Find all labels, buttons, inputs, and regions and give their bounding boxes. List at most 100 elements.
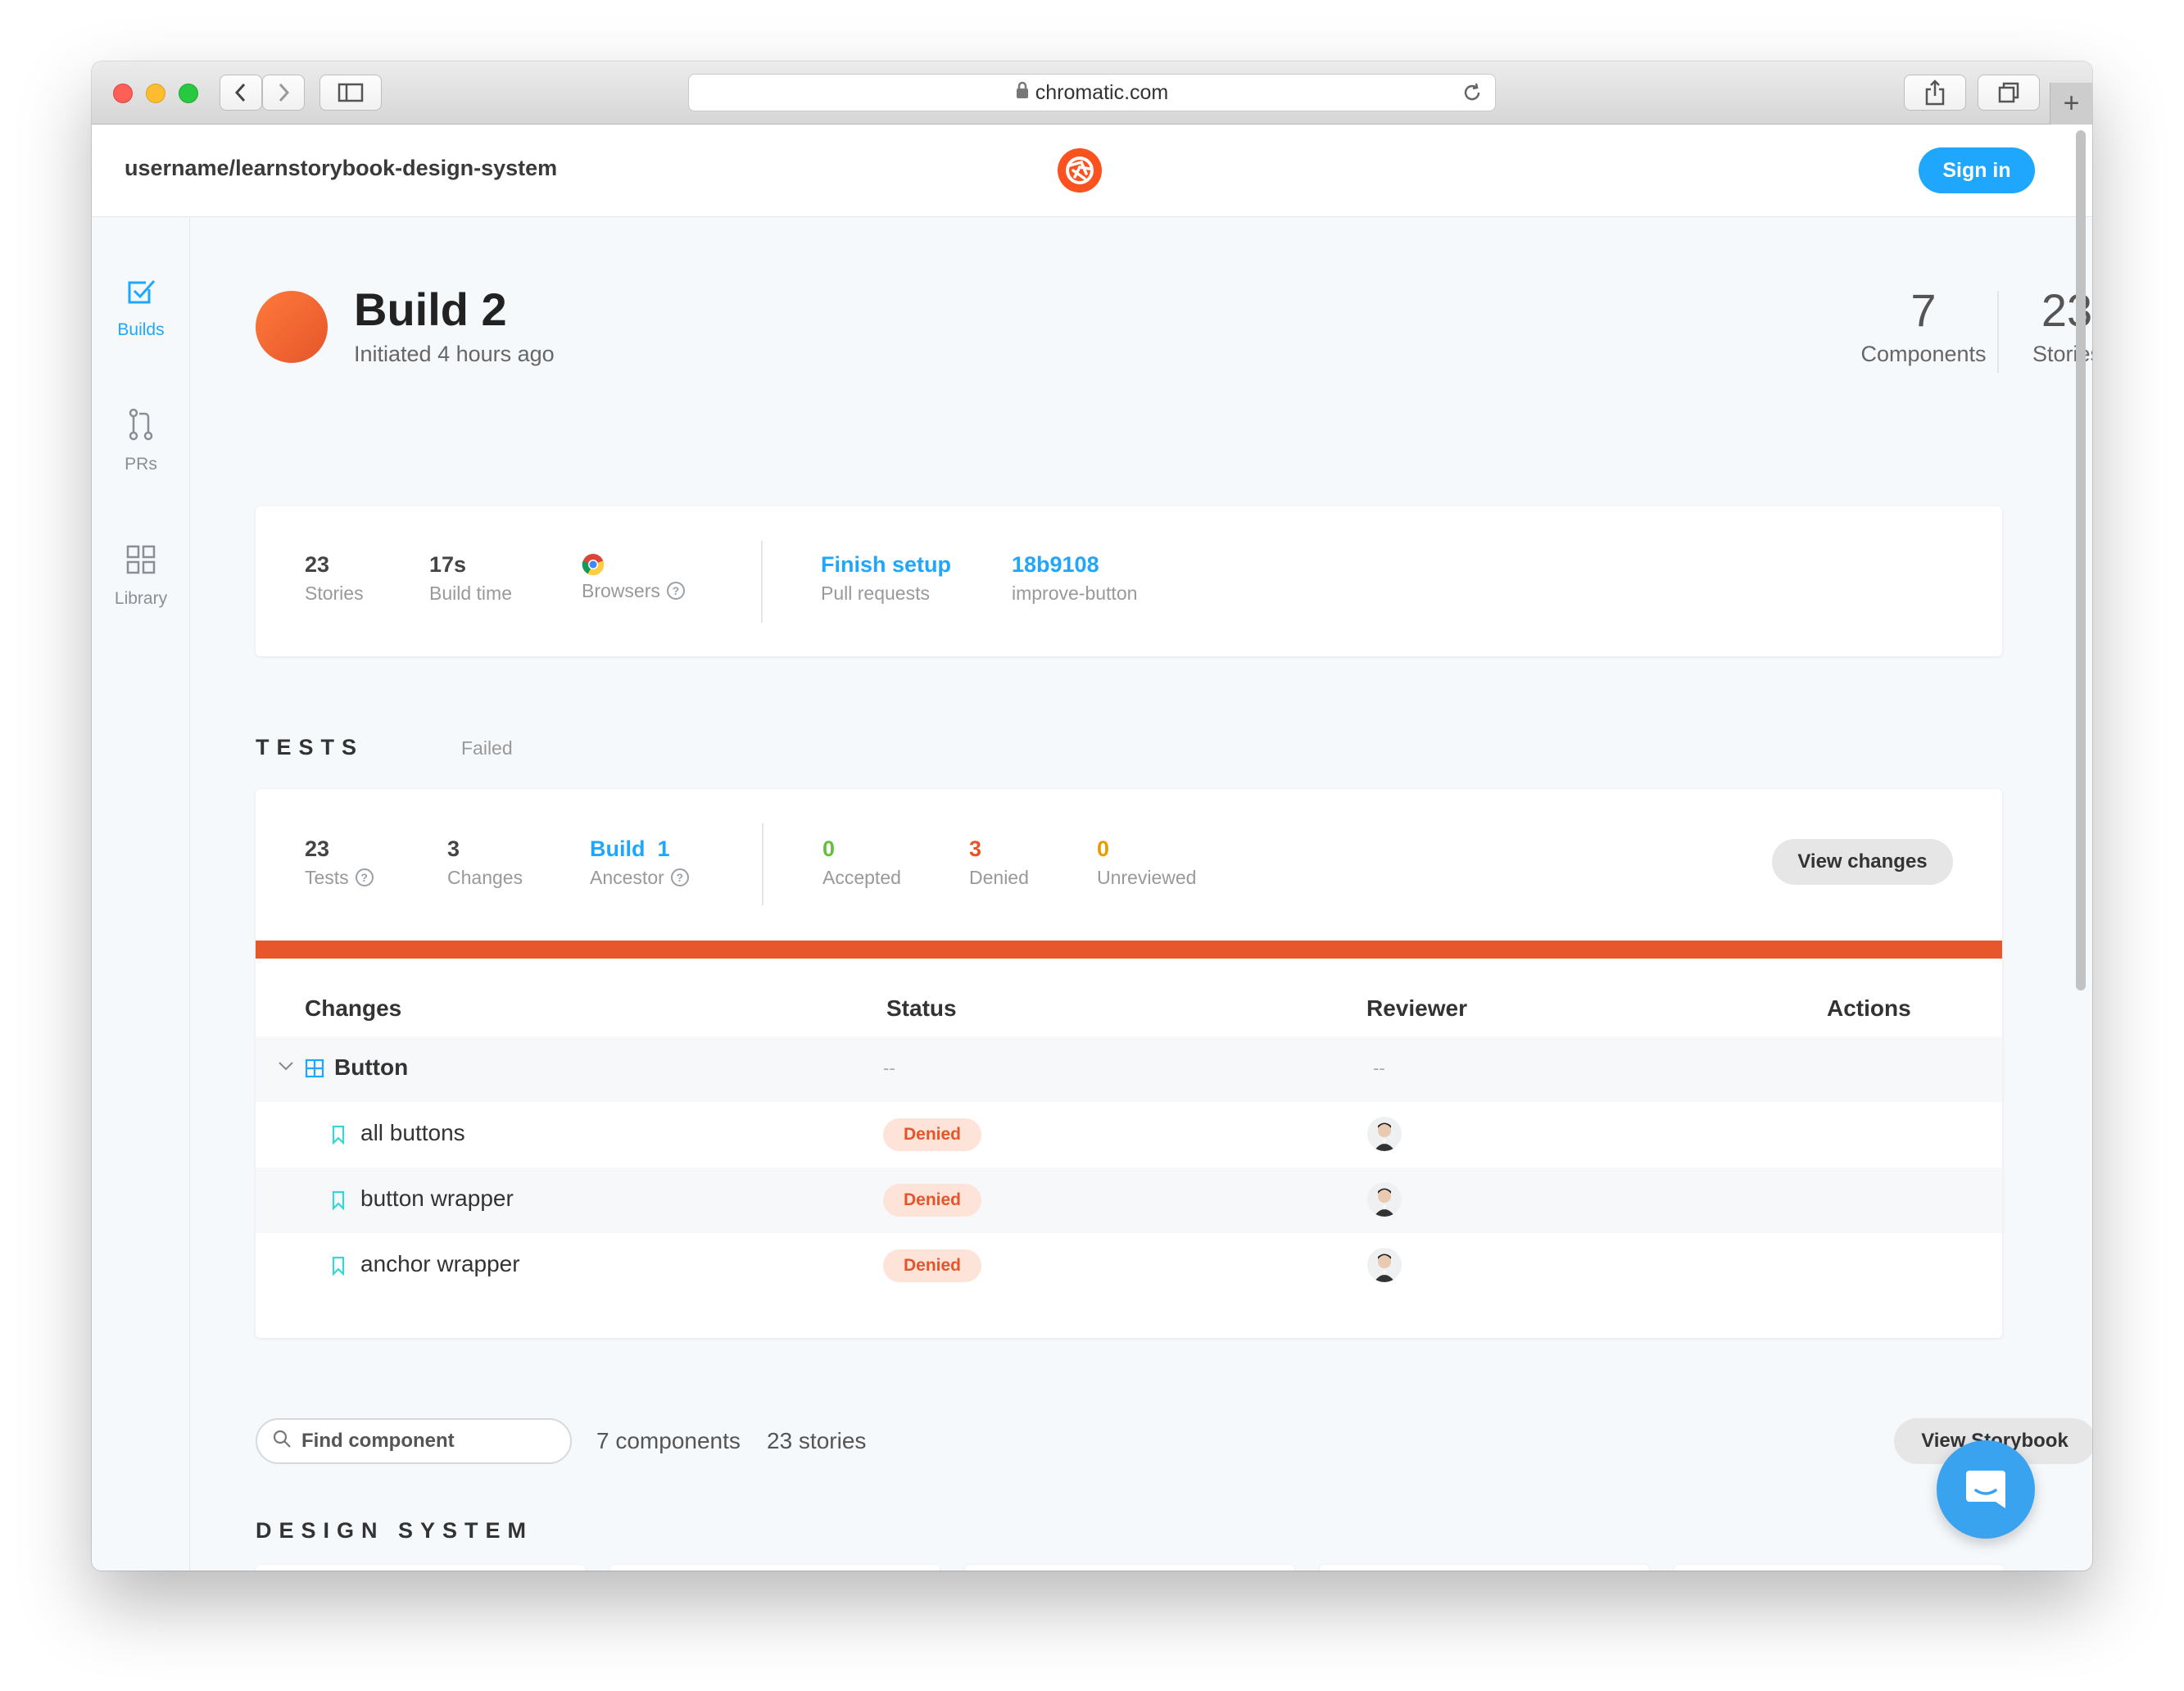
address-bar[interactable]: chromatic.com: [688, 74, 1496, 111]
accepted-count: 0 Accepted: [822, 835, 901, 889]
summary-commit[interactable]: 18b9108 improve-button: [1012, 551, 1137, 605]
commit-hash-link[interactable]: 18b9108: [1012, 551, 1137, 578]
table-row[interactable]: all buttons Denied: [256, 1102, 2002, 1167]
help-icon[interactable]: ?: [670, 868, 689, 886]
browser-toolbar: chromatic.com +: [92, 61, 2092, 125]
column-header-actions: Actions: [1827, 995, 1911, 1021]
sidebar-toggle-button[interactable]: [319, 75, 382, 111]
column-header-reviewer: Reviewer: [1366, 995, 1467, 1021]
component-search-input[interactable]: Find component: [256, 1418, 572, 1464]
zoom-window-button[interactable]: [179, 84, 198, 103]
unreviewed-value: 0: [1097, 836, 1110, 861]
branch-label: improve-button: [1012, 583, 1138, 604]
column-header-changes: Changes: [305, 995, 402, 1021]
group-status: --: [883, 1058, 895, 1078]
finish-setup-link[interactable]: Finish setup: [821, 551, 951, 578]
summary-setup[interactable]: Finish setup Pull requests: [821, 551, 951, 605]
sign-in-button[interactable]: Sign in: [1919, 147, 2035, 193]
component-card[interactable]: [1674, 1565, 2004, 1571]
share-button[interactable]: [1904, 75, 1966, 111]
table-row[interactable]: button wrapper Denied: [256, 1167, 2002, 1233]
search-icon: [272, 1429, 292, 1454]
test-status-bar: [256, 941, 2002, 959]
sidebar-item-label: Builds: [117, 320, 165, 339]
components-label: Components: [1860, 342, 1987, 366]
avatar: [1367, 1117, 1402, 1151]
group-reviewer: --: [1373, 1058, 1385, 1078]
unreviewed-label: Unreviewed: [1097, 867, 1197, 888]
tests-count: 23 Tests?: [305, 835, 374, 889]
sidebar-item-builds[interactable]: Builds: [92, 274, 190, 340]
sidebar-item-prs[interactable]: PRs: [92, 407, 190, 474]
repo-name[interactable]: username/learnstorybook-design-system: [125, 156, 557, 181]
chat-launcher-button[interactable]: [1937, 1440, 2035, 1539]
unreviewed-count: 0 Unreviewed: [1097, 835, 1196, 889]
scrollbar[interactable]: [2073, 127, 2087, 1028]
summary-stories: 23 Stories: [305, 551, 364, 605]
bookmark-icon: [331, 1125, 346, 1149]
tabs-overview-button[interactable]: [1978, 75, 2040, 111]
chrome-icon: [582, 553, 685, 576]
component-card[interactable]: [256, 1565, 585, 1571]
design-system-section-title: DESIGN SYSTEM: [256, 1518, 534, 1543]
help-icon[interactable]: ?: [666, 582, 685, 600]
minimize-window-button[interactable]: [146, 84, 165, 103]
chevron-right-icon: [279, 83, 290, 102]
main-content: Build 2 Initiated 4 hours ago 7 Componen…: [190, 217, 2092, 1571]
status-badge: Denied: [883, 1184, 981, 1217]
sidebar-item-label: Library: [114, 589, 168, 608]
plus-icon: +: [2063, 88, 2080, 119]
story-name: all buttons: [360, 1120, 465, 1145]
component-name: Button: [334, 1054, 409, 1080]
pull-requests-label: Pull requests: [821, 583, 930, 604]
search-placeholder: Find component: [301, 1430, 455, 1452]
ancestor-label[interactable]: Ancestor?: [590, 866, 689, 889]
chromatic-logo-icon[interactable]: [1057, 147, 1103, 193]
library-stories-count: 23 stories: [767, 1428, 867, 1453]
build-time-label: Build time: [429, 583, 512, 604]
bookmark-icon: [331, 1190, 346, 1214]
summary-browsers: Browsers?: [582, 551, 685, 602]
denied-label: Denied: [969, 867, 1029, 888]
summary-build-time: 17s Build time: [429, 551, 512, 605]
ancestor-build-link[interactable]: Build 1: [590, 835, 689, 863]
component-card[interactable]: [1320, 1565, 1649, 1571]
close-window-button[interactable]: [113, 84, 133, 103]
tests-divider: [762, 823, 763, 905]
browser-window: chromatic.com + username/learnstorybook-…: [92, 61, 2092, 1571]
table-row[interactable]: anchor wrapper Denied: [256, 1233, 2002, 1299]
build-summary-card: 23 Stories 17s Build time Browsers? Fini…: [256, 506, 2002, 656]
lock-icon: [1016, 81, 1029, 105]
component-group-row[interactable]: Button -- --: [256, 1036, 2002, 1102]
status-badge: Denied: [883, 1249, 981, 1282]
grid-icon: [92, 543, 190, 581]
ancestor[interactable]: Build 1 Ancestor?: [590, 835, 689, 889]
changes-count-label: Changes: [447, 867, 523, 888]
sidebar-item-label: PRs: [125, 455, 157, 474]
story-name: button wrapper: [360, 1186, 514, 1211]
build-status-avatar: [256, 291, 328, 363]
chevron-left-icon: [234, 83, 246, 102]
tests-count-label[interactable]: Tests?: [305, 866, 374, 889]
scrollbar-thumb[interactable]: [2076, 130, 2086, 991]
chevron-down-icon[interactable]: [277, 1059, 295, 1077]
view-changes-button[interactable]: View changes: [1772, 839, 1953, 885]
browsers-label[interactable]: Browsers?: [582, 579, 685, 602]
sidebar-icon: [338, 83, 364, 102]
avatar: [1367, 1248, 1402, 1282]
component-card[interactable]: [610, 1565, 940, 1571]
reload-icon[interactable]: [1461, 81, 1484, 110]
status-badge: Denied: [883, 1118, 981, 1151]
help-icon[interactable]: ?: [355, 868, 374, 886]
denied-value: 3: [969, 836, 982, 861]
tests-status: Failed: [461, 737, 513, 759]
sidebar: Builds PRs Library: [92, 217, 190, 1571]
new-tab-button[interactable]: +: [2050, 83, 2092, 125]
story-name: anchor wrapper: [360, 1251, 520, 1276]
changes-count: 3 Changes: [447, 835, 523, 889]
url-text: chromatic.com: [1035, 80, 1169, 104]
forward-button[interactable]: [262, 75, 305, 111]
component-card[interactable]: [965, 1565, 1294, 1571]
back-button[interactable]: [220, 75, 262, 111]
sidebar-item-library[interactable]: Library: [92, 543, 190, 609]
